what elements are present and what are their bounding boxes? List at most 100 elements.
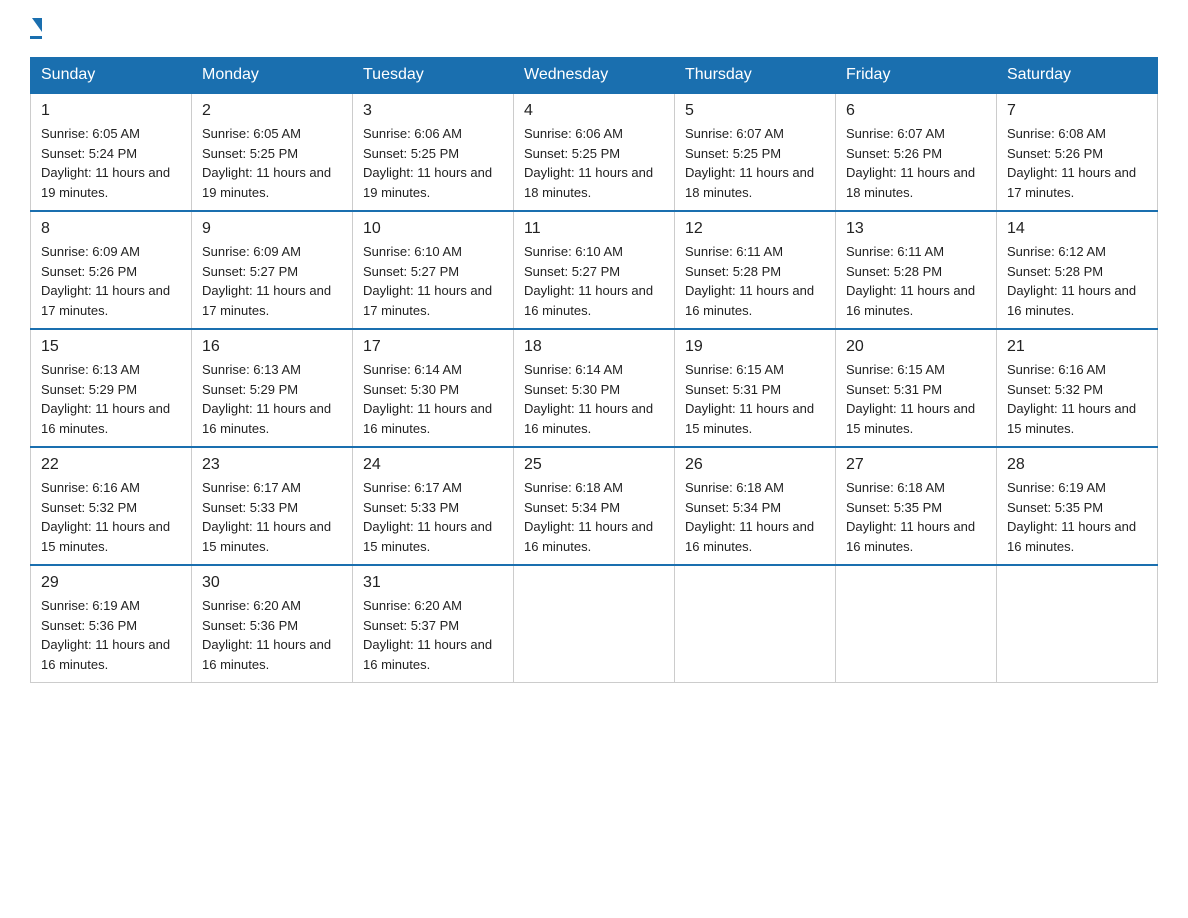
calendar-cell: 27 Sunrise: 6:18 AMSunset: 5:35 PMDayligh… <box>836 447 997 565</box>
day-info: Sunrise: 6:11 AMSunset: 5:28 PMDaylight:… <box>846 244 975 318</box>
header-friday: Friday <box>836 58 997 94</box>
calendar-cell: 22 Sunrise: 6:16 AMSunset: 5:32 PMDayligh… <box>31 447 192 565</box>
day-info: Sunrise: 6:16 AMSunset: 5:32 PMDaylight:… <box>41 480 170 554</box>
calendar-cell: 8 Sunrise: 6:09 AMSunset: 5:26 PMDaylight… <box>31 211 192 329</box>
calendar-week-row: 1 Sunrise: 6:05 AMSunset: 5:24 PMDaylight… <box>31 93 1158 211</box>
day-number: 22 <box>41 456 181 474</box>
calendar-cell: 5Sunrise: 6:07 AMSunset: 5:25 PMDaylight… <box>675 93 836 211</box>
calendar-cell: 29 Sunrise: 6:19 AMSunset: 5:36 PMDayligh… <box>31 565 192 683</box>
day-number: 11 <box>524 220 664 238</box>
day-info: Sunrise: 6:12 AMSunset: 5:28 PMDaylight:… <box>1007 244 1136 318</box>
calendar-cell: 9 Sunrise: 6:09 AMSunset: 5:27 PMDaylight… <box>192 211 353 329</box>
calendar-cell: 11 Sunrise: 6:10 AMSunset: 5:27 PMDayligh… <box>514 211 675 329</box>
day-info: Sunrise: 6:05 AMSunset: 5:24 PMDaylight:… <box>41 126 170 200</box>
header-wednesday: Wednesday <box>514 58 675 94</box>
calendar-cell: 16 Sunrise: 6:13 AMSunset: 5:29 PMDayligh… <box>192 329 353 447</box>
day-number: 8 <box>41 220 181 238</box>
day-number: 28 <box>1007 456 1147 474</box>
day-number: 20 <box>846 338 986 356</box>
calendar-cell: 21 Sunrise: 6:16 AMSunset: 5:32 PMDayligh… <box>997 329 1158 447</box>
calendar-week-row: 8 Sunrise: 6:09 AMSunset: 5:26 PMDaylight… <box>31 211 1158 329</box>
logo-triangle-icon <box>32 18 42 32</box>
day-info: Sunrise: 6:07 AMSunset: 5:26 PMDaylight:… <box>846 126 975 200</box>
day-info: Sunrise: 6:16 AMSunset: 5:32 PMDaylight:… <box>1007 362 1136 436</box>
day-number: 18 <box>524 338 664 356</box>
calendar-cell: 3 Sunrise: 6:06 AMSunset: 5:25 PMDaylight… <box>353 93 514 211</box>
header-thursday: Thursday <box>675 58 836 94</box>
calendar-cell: 1 Sunrise: 6:05 AMSunset: 5:24 PMDaylight… <box>31 93 192 211</box>
day-number: 9 <box>202 220 342 238</box>
day-info: Sunrise: 6:10 AMSunset: 5:27 PMDaylight:… <box>524 244 653 318</box>
day-number: 7 <box>1007 102 1147 120</box>
header-saturday: Saturday <box>997 58 1158 94</box>
day-info: Sunrise: 6:18 AMSunset: 5:35 PMDaylight:… <box>846 480 975 554</box>
day-number: 2 <box>202 102 342 120</box>
day-info: Sunrise: 6:09 AMSunset: 5:27 PMDaylight:… <box>202 244 331 318</box>
day-info: Sunrise: 6:15 AMSunset: 5:31 PMDaylight:… <box>846 362 975 436</box>
calendar-cell: 13 Sunrise: 6:11 AMSunset: 5:28 PMDayligh… <box>836 211 997 329</box>
calendar-cell: 10 Sunrise: 6:10 AMSunset: 5:27 PMDayligh… <box>353 211 514 329</box>
day-info: Sunrise: 6:19 AMSunset: 5:35 PMDaylight:… <box>1007 480 1136 554</box>
header-monday: Monday <box>192 58 353 94</box>
calendar-cell <box>675 565 836 683</box>
day-info: Sunrise: 6:18 AMSunset: 5:34 PMDaylight:… <box>524 480 653 554</box>
day-number: 31 <box>363 574 503 592</box>
day-number: 6 <box>846 102 986 120</box>
day-number: 12 <box>685 220 825 238</box>
day-number: 16 <box>202 338 342 356</box>
calendar-cell: 31 Sunrise: 6:20 AMSunset: 5:37 PMDayligh… <box>353 565 514 683</box>
calendar-cell: 7Sunrise: 6:08 AMSunset: 5:26 PMDaylight… <box>997 93 1158 211</box>
day-number: 24 <box>363 456 503 474</box>
calendar-header-row: SundayMondayTuesdayWednesdayThursdayFrid… <box>31 58 1158 94</box>
day-info: Sunrise: 6:05 AMSunset: 5:25 PMDaylight:… <box>202 126 331 200</box>
day-number: 29 <box>41 574 181 592</box>
day-info: Sunrise: 6:11 AMSunset: 5:28 PMDaylight:… <box>685 244 814 318</box>
day-info: Sunrise: 6:07 AMSunset: 5:25 PMDaylight:… <box>685 126 814 200</box>
logo-underline <box>30 36 42 39</box>
calendar-week-row: 29 Sunrise: 6:19 AMSunset: 5:36 PMDayligh… <box>31 565 1158 683</box>
calendar-cell <box>514 565 675 683</box>
calendar-cell: 30Sunrise: 6:20 AMSunset: 5:36 PMDayligh… <box>192 565 353 683</box>
day-number: 13 <box>846 220 986 238</box>
day-info: Sunrise: 6:20 AMSunset: 5:37 PMDaylight:… <box>363 598 492 672</box>
day-number: 19 <box>685 338 825 356</box>
day-number: 25 <box>524 456 664 474</box>
day-number: 30 <box>202 574 342 592</box>
logo <box>30 20 42 39</box>
calendar-cell: 12 Sunrise: 6:11 AMSunset: 5:28 PMDayligh… <box>675 211 836 329</box>
day-number: 14 <box>1007 220 1147 238</box>
calendar-cell <box>997 565 1158 683</box>
day-number: 27 <box>846 456 986 474</box>
page-header <box>30 20 1158 39</box>
calendar-cell: 20 Sunrise: 6:15 AMSunset: 5:31 PMDayligh… <box>836 329 997 447</box>
calendar-week-row: 22 Sunrise: 6:16 AMSunset: 5:32 PMDayligh… <box>31 447 1158 565</box>
calendar-cell: 19Sunrise: 6:15 AMSunset: 5:31 PMDayligh… <box>675 329 836 447</box>
day-number: 17 <box>363 338 503 356</box>
calendar-cell: 6 Sunrise: 6:07 AMSunset: 5:26 PMDaylight… <box>836 93 997 211</box>
calendar-week-row: 15 Sunrise: 6:13 AMSunset: 5:29 PMDayligh… <box>31 329 1158 447</box>
day-info: Sunrise: 6:10 AMSunset: 5:27 PMDaylight:… <box>363 244 492 318</box>
day-info: Sunrise: 6:06 AMSunset: 5:25 PMDaylight:… <box>363 126 492 200</box>
calendar-cell: 4Sunrise: 6:06 AMSunset: 5:25 PMDaylight… <box>514 93 675 211</box>
day-number: 10 <box>363 220 503 238</box>
day-number: 15 <box>41 338 181 356</box>
day-info: Sunrise: 6:14 AMSunset: 5:30 PMDaylight:… <box>363 362 492 436</box>
day-number: 1 <box>41 102 181 120</box>
day-info: Sunrise: 6:13 AMSunset: 5:29 PMDaylight:… <box>41 362 170 436</box>
day-info: Sunrise: 6:18 AMSunset: 5:34 PMDaylight:… <box>685 480 814 554</box>
day-info: Sunrise: 6:19 AMSunset: 5:36 PMDaylight:… <box>41 598 170 672</box>
calendar-cell: 14 Sunrise: 6:12 AMSunset: 5:28 PMDayligh… <box>997 211 1158 329</box>
day-info: Sunrise: 6:13 AMSunset: 5:29 PMDaylight:… <box>202 362 331 436</box>
day-info: Sunrise: 6:14 AMSunset: 5:30 PMDaylight:… <box>524 362 653 436</box>
day-number: 4 <box>524 102 664 120</box>
day-number: 3 <box>363 102 503 120</box>
day-info: Sunrise: 6:09 AMSunset: 5:26 PMDaylight:… <box>41 244 170 318</box>
day-number: 21 <box>1007 338 1147 356</box>
calendar-cell: 26Sunrise: 6:18 AMSunset: 5:34 PMDayligh… <box>675 447 836 565</box>
calendar-cell: 18 Sunrise: 6:14 AMSunset: 5:30 PMDayligh… <box>514 329 675 447</box>
day-info: Sunrise: 6:17 AMSunset: 5:33 PMDaylight:… <box>202 480 331 554</box>
header-tuesday: Tuesday <box>353 58 514 94</box>
calendar-cell <box>836 565 997 683</box>
calendar-cell: 24Sunrise: 6:17 AMSunset: 5:33 PMDayligh… <box>353 447 514 565</box>
calendar-table: SundayMondayTuesdayWednesdayThursdayFrid… <box>30 57 1158 683</box>
